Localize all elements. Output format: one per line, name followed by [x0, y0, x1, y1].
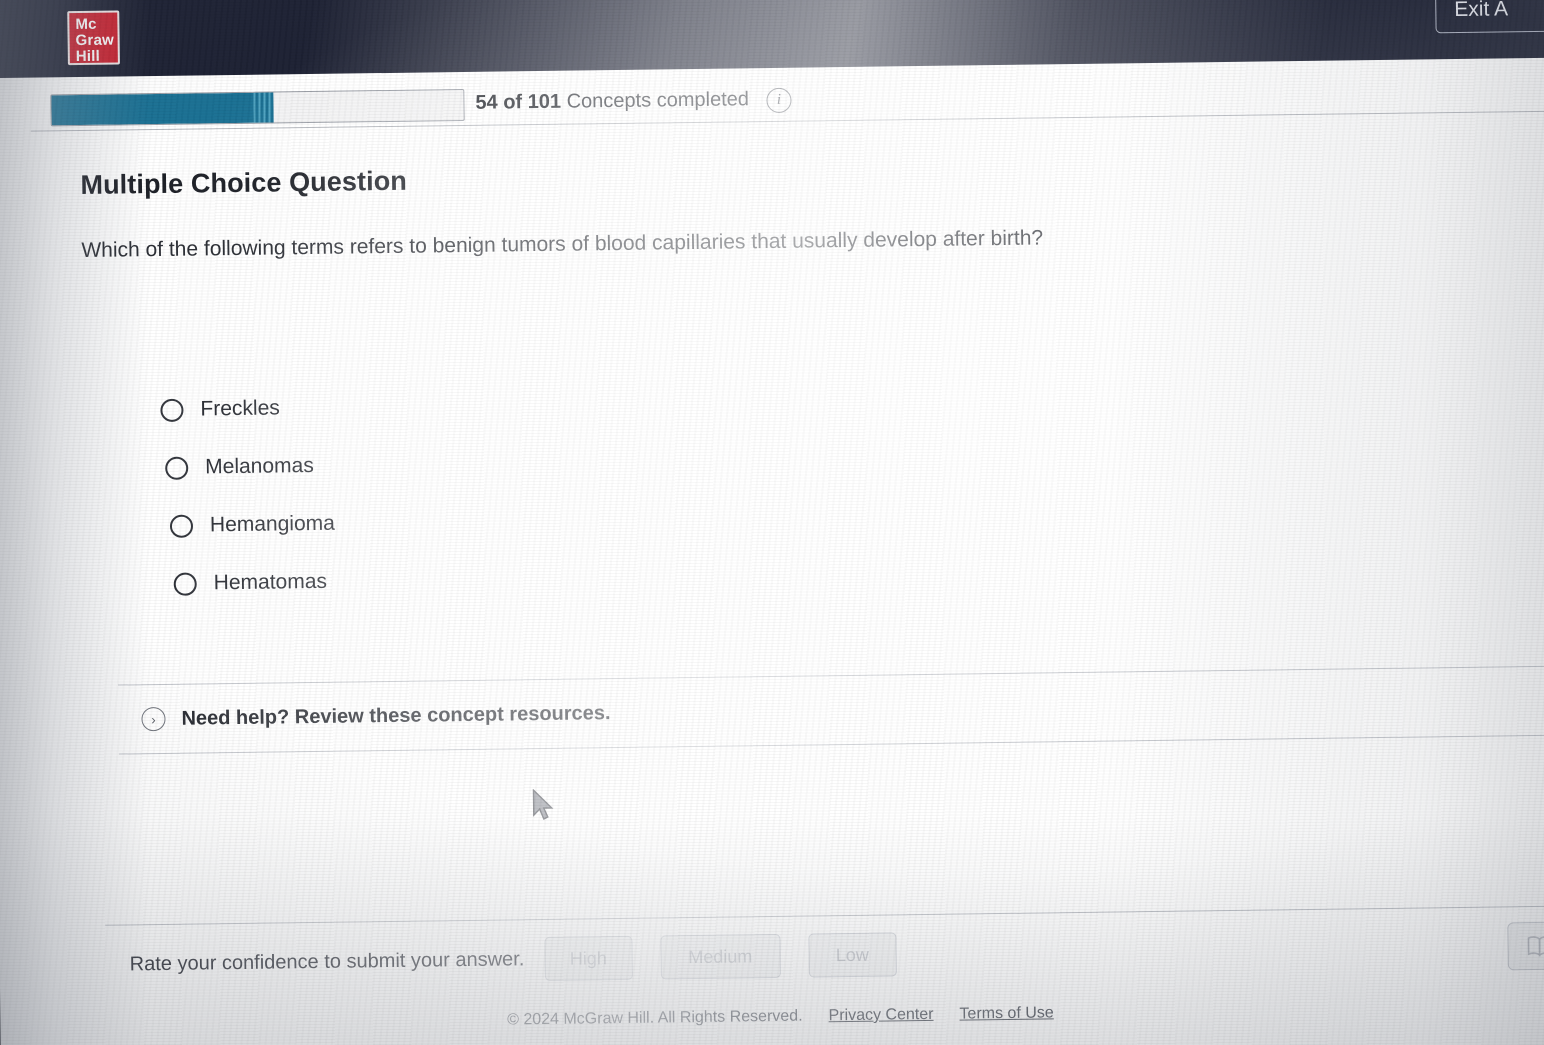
answer-option-label: Hematomas: [213, 569, 328, 595]
progress-count-suffix: Concepts completed: [566, 88, 750, 113]
resources-button[interactable]: [1507, 921, 1544, 971]
footer-divider: [105, 905, 1544, 926]
app-screen: Mc Graw Hill Exit A 54 of 101 Concepts c…: [0, 0, 1544, 1045]
question-stem: Which of the following terms refers to b…: [81, 226, 1044, 262]
confidence-high-button[interactable]: High: [544, 935, 633, 981]
confidence-medium-button[interactable]: Medium: [660, 933, 781, 980]
exit-assignment-button[interactable]: Exit A: [1435, 0, 1544, 34]
page-footer: © 2024 McGraw Hill. All Rights Reserved.…: [0, 998, 1544, 1036]
logo-line-1: Mc: [75, 15, 97, 34]
logo-line-2: Graw: [75, 31, 115, 50]
progress-bar: [50, 88, 465, 127]
progress-label: 54 of 101 Concepts completed: [475, 88, 749, 115]
info-icon[interactable]: i: [766, 87, 792, 114]
copyright-text: © 2024 McGraw Hill. All Rights Reserved.: [507, 1007, 803, 1029]
chevron-right-icon: ›: [141, 706, 166, 732]
mcgraw-hill-logo[interactable]: Mc Graw Hill: [67, 10, 120, 66]
confidence-low-button[interactable]: Low: [808, 932, 897, 978]
answer-option-0[interactable]: Freckles: [160, 372, 861, 439]
progress-bar-current-segment: [253, 92, 275, 123]
radio-button-icon[interactable]: [173, 572, 197, 596]
answer-option-label: Hemangioma: [209, 511, 336, 537]
radio-button-icon[interactable]: [160, 398, 184, 422]
screen-photo: Mc Graw Hill Exit A 54 of 101 Concepts c…: [0, 0, 1544, 1045]
progress-count: 54 of 101: [475, 90, 562, 114]
answer-option-2[interactable]: Hemangioma: [169, 488, 863, 555]
progress-bar-fill: [51, 92, 271, 126]
answer-option-3[interactable]: Hematomas: [173, 546, 863, 613]
radio-button-icon[interactable]: [165, 456, 189, 480]
mouse-cursor: [531, 788, 558, 828]
answer-option-label: Freckles: [200, 396, 280, 421]
need-help-section[interactable]: › Need help? Review these concept resour…: [118, 665, 1544, 755]
answer-option-1[interactable]: Melanomas: [165, 430, 862, 497]
book-icon: [1527, 936, 1544, 957]
page-title: Multiple Choice Question: [80, 165, 408, 201]
need-help-label: Need help? Review these concept resource…: [181, 701, 611, 730]
answer-option-label: Melanomas: [205, 453, 314, 479]
privacy-center-link[interactable]: Privacy Center: [828, 1006, 933, 1025]
radio-button-icon[interactable]: [169, 514, 194, 538]
answer-options-list: Freckles Melanomas Hemangioma Hematomas: [160, 372, 863, 613]
confidence-bar: Rate your confidence to submit your answ…: [129, 932, 924, 986]
confidence-prompt: Rate your confidence to submit your answ…: [129, 947, 525, 975]
logo-line-3: Hill: [75, 47, 101, 66]
terms-of-use-link[interactable]: Terms of Use: [959, 1004, 1053, 1023]
